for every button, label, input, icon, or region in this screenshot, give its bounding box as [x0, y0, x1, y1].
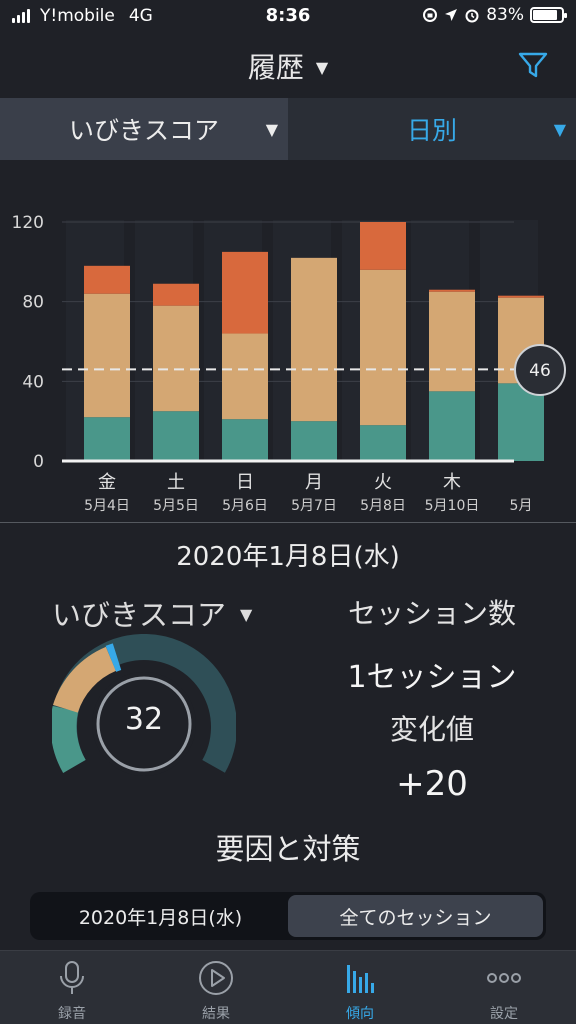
- tab-record-label: 録音: [58, 1006, 86, 1022]
- bar-segment: [84, 265, 130, 294]
- bar-segment: [222, 251, 268, 334]
- tab-results-label: 結果: [202, 1006, 230, 1022]
- y-tick-label: 120: [12, 213, 44, 233]
- average-label: 46: [529, 361, 551, 381]
- period-selector[interactable]: 日別 ▼: [288, 98, 576, 160]
- history-dropdown[interactable]: 履歴 ▼: [0, 46, 576, 86]
- bar-segment: [291, 257, 337, 422]
- battery-percent: 83%: [486, 5, 524, 25]
- tab-bar: 録音 結果 傾向 設定: [0, 950, 576, 1024]
- play-icon: [199, 961, 233, 995]
- selected-date: 2020年1月8日(水): [176, 542, 400, 572]
- chart-selectors: いびきスコア ▼ 日別 ▼: [0, 98, 576, 160]
- chevron-down-icon: ▼: [240, 605, 253, 624]
- x-tick-day: 土: [167, 472, 185, 493]
- chevron-down-icon: ▼: [265, 120, 278, 139]
- x-tick-date: 5月8日: [360, 498, 406, 514]
- score-value: 32: [124, 702, 164, 737]
- location-icon: [445, 9, 458, 21]
- metric-dropdown[interactable]: いびきスコア ▼: [52, 592, 252, 634]
- section-divider: [0, 522, 576, 523]
- tab-settings-label: 設定: [490, 1006, 518, 1022]
- factors-and-measures-link[interactable]: 要因と対策: [0, 826, 576, 868]
- y-tick-label: 0: [33, 452, 44, 472]
- session-segment-control: 2020年1月8日(水) 全てのセッション: [30, 892, 546, 940]
- x-tick-date: 5月6日: [222, 498, 268, 514]
- x-tick-date: 5月5日: [153, 498, 199, 514]
- status-bar: Y!mobile 4G 8:36 83%: [0, 0, 576, 34]
- change-value: +20: [396, 764, 468, 804]
- microphone-icon: [60, 961, 84, 994]
- x-tick-date: 5月4日: [84, 498, 130, 514]
- bar-segment: [153, 305, 199, 412]
- metric-dropdown-label: いびきスコア: [52, 598, 227, 632]
- metric-selector-label: いびきスコア: [68, 116, 219, 145]
- metric-selector[interactable]: いびきスコア ▼: [0, 98, 288, 160]
- alarm-icon: [465, 9, 479, 23]
- x-tick-date: 5月7日: [291, 498, 337, 514]
- tab-trends-label: 傾向: [346, 1006, 374, 1022]
- chevron-down-icon: ▼: [315, 58, 329, 77]
- bar-segment: [291, 421, 337, 461]
- bar-segment: [84, 293, 130, 418]
- header: 履歴 ▼: [0, 34, 576, 98]
- bar-segment: [360, 269, 406, 426]
- y-tick-label: 80: [22, 293, 44, 313]
- tab-record[interactable]: 録音: [0, 951, 144, 1024]
- x-tick-day: 日: [236, 472, 254, 493]
- filter-icon[interactable]: [516, 48, 550, 82]
- period-selector-label: 日別: [406, 116, 457, 145]
- sessions-value: 1セッション: [347, 660, 517, 695]
- bar-segment: [153, 283, 199, 306]
- x-tick-day: 木: [443, 472, 461, 493]
- tab-settings[interactable]: 設定: [432, 951, 576, 1024]
- bar-segment: [429, 289, 475, 292]
- x-tick-day: 月: [305, 472, 323, 493]
- segment-date-option[interactable]: 2020年1月8日(水): [33, 895, 288, 937]
- tab-trends[interactable]: 傾向: [288, 951, 432, 1024]
- segment-all-sessions-option[interactable]: 全てのセッション: [288, 895, 543, 937]
- status-right: 83%: [422, 5, 567, 25]
- stacked-bar-chart: 120 80 40 0 金 5月4日 土 5月5日 日 5月6日 月 5月7日 火 5月8日 木 5月10日 5…: [12, 213, 566, 514]
- bar-segment: [153, 411, 199, 461]
- bar-segment: [222, 419, 268, 461]
- y-tick-label: 40: [22, 372, 44, 392]
- tab-results[interactable]: 結果: [144, 951, 288, 1024]
- x-tick-day: 金: [98, 472, 116, 493]
- bar-segment: [429, 291, 475, 392]
- bar-segment: [498, 295, 544, 298]
- x-tick-day: 火: [374, 472, 392, 493]
- bar-segment: [84, 417, 130, 461]
- snore-score-chart[interactable]: 120 80 40 0 金 5月4日 土 5月5日 日 5月6日 月 5月7日 火 5月8日 木 5月10日 5…: [0, 160, 576, 522]
- bar-segment: [360, 425, 406, 461]
- x-tick-date: 5月10日: [425, 498, 480, 514]
- bar-segment: [222, 333, 268, 420]
- more-icon: [487, 973, 521, 983]
- orientation-lock-icon: [423, 8, 438, 22]
- bar-segment: [360, 222, 406, 270]
- x-tick-date: 5月: [510, 498, 533, 514]
- sessions-label: セッション数: [347, 597, 516, 630]
- page-title: 履歴: [247, 51, 304, 84]
- bar-chart-icon: [347, 965, 374, 993]
- change-label: 変化値: [389, 713, 474, 746]
- battery-icon: [530, 7, 567, 23]
- bar-segment: [429, 391, 475, 461]
- chevron-down-icon: ▼: [553, 120, 566, 139]
